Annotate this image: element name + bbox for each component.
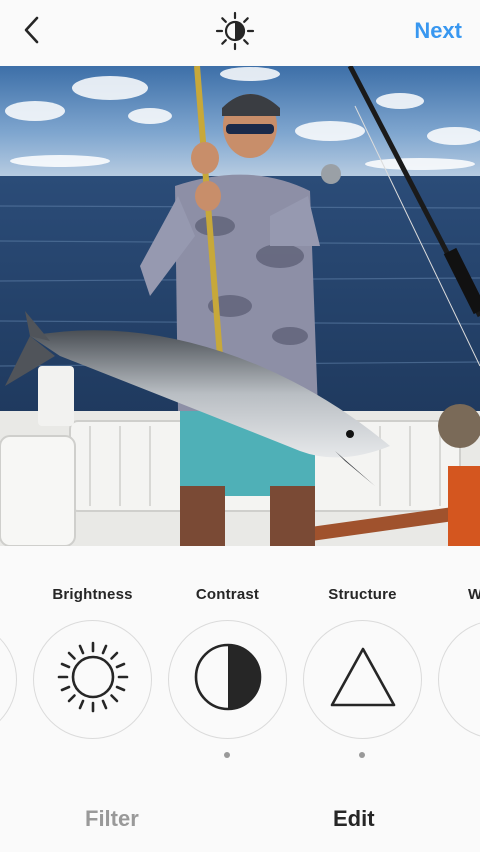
tool-circle bbox=[438, 620, 480, 739]
tab-filter[interactable]: Filter bbox=[85, 806, 139, 832]
contrast-icon bbox=[193, 642, 263, 717]
tool-label: Structure bbox=[328, 586, 397, 603]
tool-circle bbox=[33, 620, 152, 739]
chevron-left-icon bbox=[20, 15, 44, 50]
tool-brightness[interactable]: Brightness bbox=[25, 586, 160, 766]
tool-circle bbox=[168, 620, 287, 739]
tool-circle bbox=[303, 620, 422, 739]
tool-label: W bbox=[468, 586, 480, 603]
triangle-icon bbox=[328, 645, 398, 714]
tool-label: Brightness bbox=[52, 586, 133, 603]
photo-image bbox=[0, 66, 480, 546]
tab-edit[interactable]: Edit bbox=[333, 806, 375, 832]
tool-circle bbox=[0, 620, 17, 739]
bottom-tab-bar: Filter Edit bbox=[0, 776, 480, 852]
top-bar: Next bbox=[0, 0, 480, 66]
photo-preview bbox=[0, 66, 480, 546]
sun-icon bbox=[55, 639, 131, 720]
tool-contrast[interactable]: Contrast bbox=[160, 586, 295, 766]
edited-indicator-dot bbox=[224, 752, 230, 758]
next-button[interactable]: Next bbox=[414, 18, 462, 44]
adjust-tools-carousel: Brightness Contrast Structure W bbox=[0, 546, 480, 776]
tool-warmth[interactable]: W bbox=[430, 586, 480, 766]
back-button[interactable] bbox=[12, 12, 52, 52]
lux-sun-icon bbox=[215, 11, 255, 56]
tool-adjust[interactable] bbox=[0, 586, 25, 766]
lux-button[interactable] bbox=[214, 11, 256, 56]
edited-indicator-dot bbox=[359, 752, 365, 758]
tool-structure[interactable]: Structure bbox=[295, 586, 430, 766]
tool-label: Contrast bbox=[195, 586, 260, 603]
